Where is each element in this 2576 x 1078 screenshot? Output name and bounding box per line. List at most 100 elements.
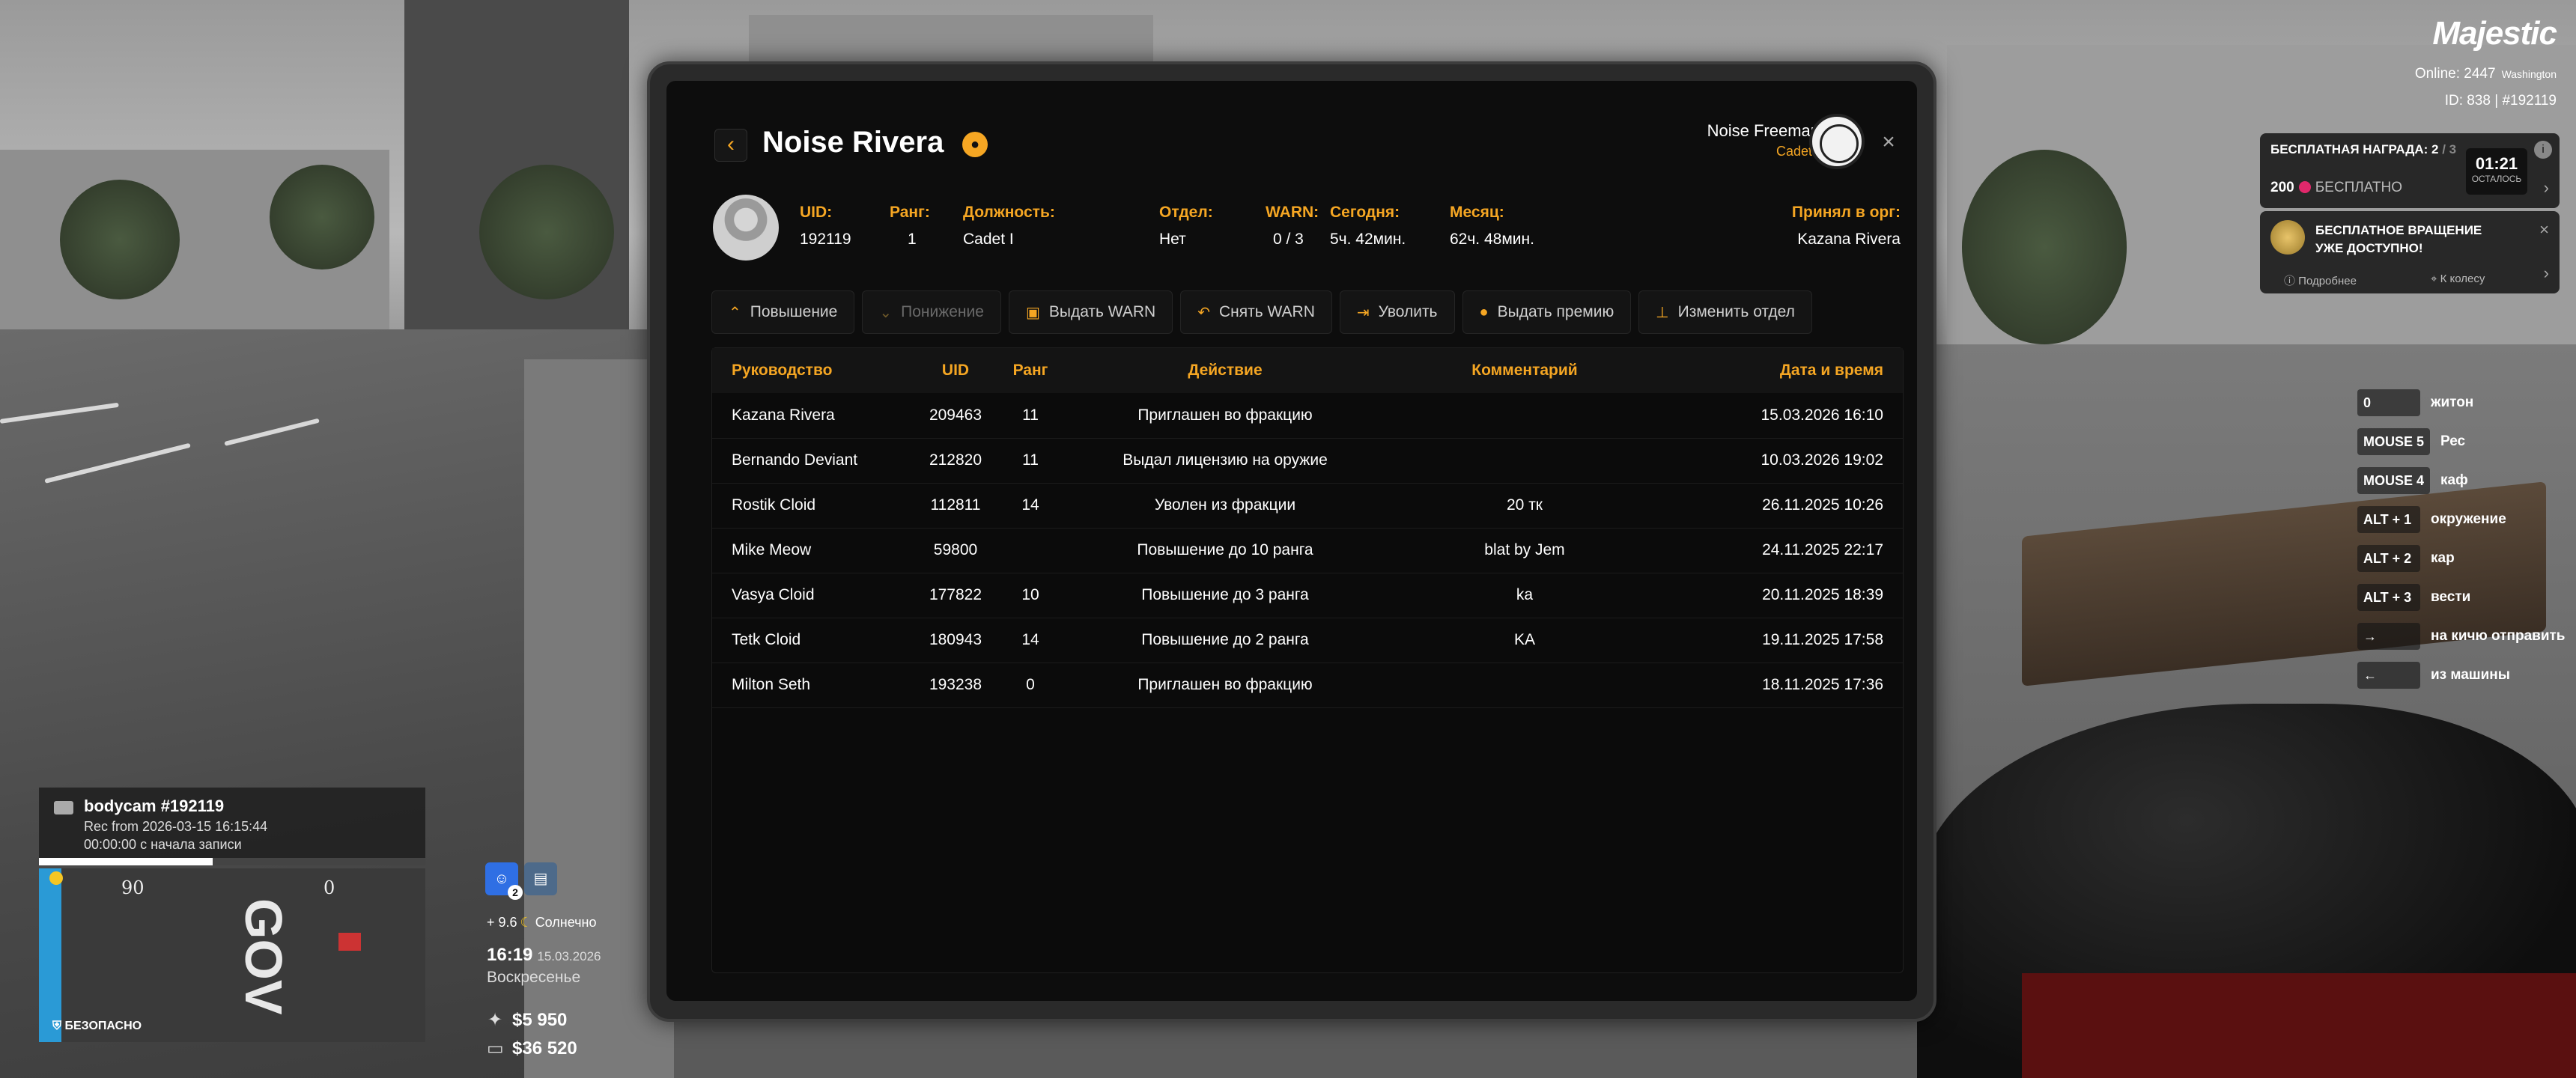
remove-warn-button[interactable]: ↶ Снять WARN (1180, 290, 1332, 334)
info-label: UID: (800, 204, 833, 221)
spin-wheel-label: К колесу (2440, 272, 2485, 285)
exit-icon: ⇥ (1356, 304, 1370, 321)
bonus-button[interactable]: ● Выдать премию (1462, 290, 1632, 334)
table-cell (1386, 393, 1663, 439)
spin-wheel-link[interactable]: ⌖ К колесу (2431, 272, 2485, 285)
info-warn: WARN: 0 / 3 (1266, 204, 1319, 249)
keybind: ALT + 2 кар (2357, 539, 2565, 578)
back-button[interactable]: ‹ (714, 129, 747, 162)
button-label: Изменить отдел (1677, 303, 1795, 320)
button-label: Повышение (750, 303, 838, 320)
bank: ▭ $36 520 (487, 1038, 577, 1059)
bodycam-panel: bodycam #192119 Rec from 2026-03-15 16:1… (39, 788, 425, 865)
chevron-right-icon[interactable]: › (2544, 264, 2549, 283)
table-cell: 10 (997, 573, 1064, 618)
hierarchy-icon: ⊥ (1656, 304, 1669, 321)
keybind: MOUSE 4 каф (2357, 461, 2565, 500)
table-row: Mike Meow 59800 Повышение до 10 ранга bl… (712, 528, 1903, 573)
column-header: UID (914, 348, 997, 393)
camera-icon (54, 801, 73, 814)
server-logo: Majestic (2432, 15, 2557, 52)
keybind: ALT + 3 вести (2357, 578, 2565, 617)
keybind-label: кар (2431, 550, 2455, 566)
reward-title-sub: / 3 (2442, 142, 2457, 156)
trash-icon[interactable]: ▤ (524, 862, 557, 895)
table-header-row: Руководство UID Ранг Действие Комментари… (712, 348, 1903, 393)
spin-title-line: БЕСПЛАТНОЕ ВРАЩЕНИЕ (2315, 223, 2482, 237)
table-cell: Повышение до 3 ранга (1064, 573, 1386, 618)
info-label: Должность: (963, 204, 1055, 221)
minimap-river (39, 868, 61, 1042)
table-cell: Повышение до 10 ранга (1064, 528, 1386, 573)
table-cell: blat by Jem (1386, 528, 1663, 573)
keybind: ← из машины (2357, 656, 2565, 695)
keybind-label: каф (2440, 472, 2468, 488)
spin-more-label: Подробнее (2298, 275, 2357, 287)
group-icon[interactable]: ☺ 2 (485, 862, 523, 900)
safe-zone-label: БЕЗОПАСНО (64, 1020, 142, 1032)
bodycam-rec: Rec from 2026-03-15 16:15:44 (84, 819, 268, 834)
table-cell: 11 (997, 393, 1064, 439)
table-cell: 11 (997, 438, 1064, 484)
demote-button[interactable]: ⌄ Понижение (862, 290, 1001, 334)
keybind-key: 0 (2357, 389, 2420, 416)
table-cell (997, 528, 1064, 573)
info-position: Должность: Cadet I (963, 204, 1055, 249)
table-cell: 24.11.2025 22:17 (1663, 528, 1903, 573)
table-cell: Milton Seth (712, 663, 914, 708)
weekday: Воскресенье (487, 969, 581, 986)
safe-zone: ⛨ БЕЗОПАСНО (52, 1020, 142, 1032)
info-label: WARN: (1266, 204, 1319, 221)
table-cell: 14 (997, 483, 1064, 529)
info-icon[interactable]: i (2534, 141, 2552, 159)
table-row: Kazana Rivera 209463 11 Приглашен во фра… (712, 393, 1903, 439)
chevron-down-icon: ⌄ (879, 304, 893, 321)
change-dept-button[interactable]: ⊥ Изменить отдел (1638, 290, 1812, 334)
online-text: Online: 2447 (2414, 66, 2496, 82)
table-cell: Приглашен во фракцию (1064, 663, 1386, 708)
info-value: Нет (1159, 231, 1186, 248)
minimap-district: GOV (234, 898, 293, 1015)
chevron-right-icon[interactable]: › (2544, 178, 2549, 198)
close-icon[interactable]: × (2539, 220, 2549, 240)
temperature: + 9.6 (487, 915, 517, 930)
table-cell: 26.11.2025 10:26 (1663, 483, 1903, 529)
free-reward-panel[interactable]: БЕСПЛАТНАЯ НАГРАДА: 2 / 3 200 БЕСПЛАТНО 0… (2260, 133, 2560, 208)
table-cell: 59800 (914, 528, 997, 573)
info-value: 192119 (800, 231, 851, 248)
table-cell: Повышение до 2 ранга (1064, 618, 1386, 663)
info-label: Сегодня: (1330, 204, 1400, 221)
table-cell: 19.11.2025 17:58 (1663, 618, 1903, 663)
table-cell: 177822 (914, 573, 997, 618)
give-warn-button[interactable]: ▣ Выдать WARN (1008, 290, 1173, 334)
keybind: ALT + 1 окружение (2357, 500, 2565, 539)
info-value: 1 (908, 231, 917, 248)
column-header: Дата и время (1663, 348, 1903, 393)
table-cell: 14 (997, 618, 1064, 663)
user-badge-icon: ● (962, 132, 988, 157)
clock: 16:19 15.03.2026 (487, 945, 601, 966)
info-label: Месяц: (1450, 204, 1504, 221)
city-name: Washington (2501, 68, 2557, 80)
info-value: 62ч. 48мин. (1450, 231, 1534, 248)
cash-value: $5 950 (512, 1010, 568, 1030)
minimap-heading-left: 90 (121, 877, 145, 898)
button-label: Выдать премию (1497, 303, 1614, 320)
close-button[interactable]: × (1874, 127, 1904, 157)
spin-more-link[interactable]: ⓘ Подробнее (2284, 272, 2357, 288)
house-icon (338, 933, 361, 951)
table-row: Bernando Deviant 212820 11 Выдал лицензи… (712, 438, 1903, 484)
bodycam-elapsed: 00:00:00 с начала записи (84, 837, 242, 852)
fire-button[interactable]: ⇥ Уволить (1339, 290, 1455, 334)
column-header: Руководство (712, 348, 914, 393)
minimap: 90 0 GOV ⛨ БЕЗОПАСНО (39, 868, 425, 1042)
card-icon: ▭ (487, 1038, 504, 1059)
promote-button[interactable]: ⌃ Повышение (711, 290, 855, 334)
waypoint-icon (49, 871, 63, 885)
reward-title-text: БЕСПЛАТНАЯ НАГРАДА: 2 (2270, 142, 2439, 156)
reward-timer: 01:21 ОСТАЛОСЬ (2466, 148, 2527, 195)
officer-name: Noise Freeman (1707, 121, 1820, 140)
tablet-header: ‹ Noise Rivera ● Noise Freeman Cadet I × (666, 81, 1917, 193)
table-cell (1386, 663, 1663, 708)
minimap-heading-right: 0 (323, 877, 335, 898)
